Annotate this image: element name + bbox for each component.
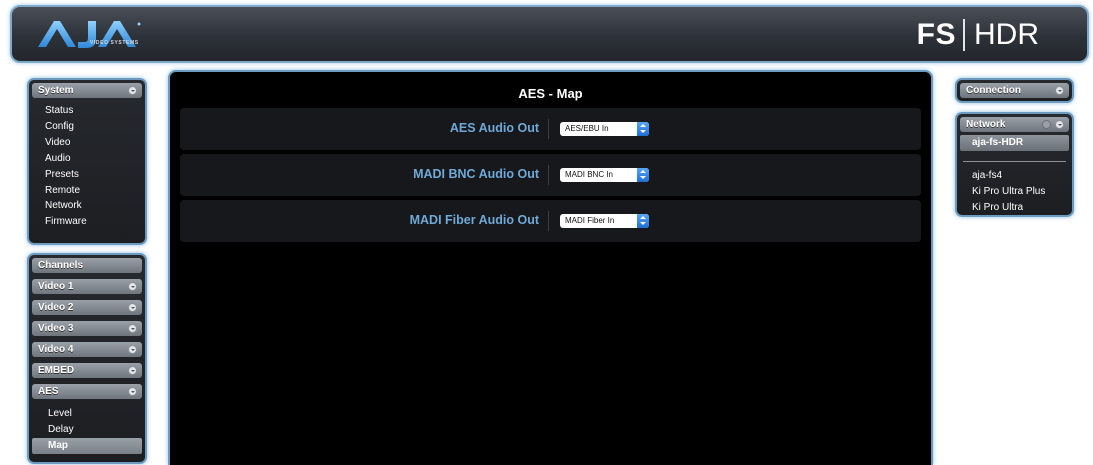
- product-name: FS HDR: [917, 18, 1039, 52]
- channel-video-4[interactable]: Video 4: [32, 342, 142, 357]
- madi-bnc-audio-out-select[interactable]: MADI BNC In: [560, 168, 649, 182]
- connection-title-label: Connection: [966, 85, 1021, 96]
- expand-icon[interactable]: [1055, 86, 1064, 95]
- system-item-remote[interactable]: Remote: [29, 183, 145, 199]
- header-bar: VIDEO SYSTEMS FS HDR: [10, 5, 1089, 63]
- product-hdr: HDR: [974, 18, 1039, 51]
- connection-panel-title[interactable]: Connection: [960, 83, 1069, 98]
- select-arrows-icon: [637, 214, 649, 228]
- refresh-icon[interactable]: [1042, 120, 1051, 129]
- network-divider: [963, 161, 1066, 162]
- logo-subtitle: VIDEO SYSTEMS: [90, 40, 139, 46]
- madi-fiber-audio-out-select[interactable]: MADI Fiber In: [560, 214, 649, 228]
- channels-title-label: Channels: [38, 260, 84, 271]
- network-device-item[interactable]: Ki Pro Ultra: [957, 200, 1072, 216]
- row-label: MADI BNC Audio Out: [413, 167, 539, 181]
- select-arrows-icon: [637, 168, 649, 182]
- aja-logo: [38, 21, 141, 48]
- select-arrows-icon: [637, 122, 649, 136]
- channel-video-3[interactable]: Video 3: [32, 321, 142, 336]
- row-divider: [548, 165, 549, 185]
- fs-hdr-web-ui: VIDEO SYSTEMS FS HDR System Status Confi…: [0, 0, 1093, 465]
- system-item-video[interactable]: Video: [29, 135, 145, 151]
- channel-label: Video 2: [38, 302, 74, 313]
- aes-item-map[interactable]: Map: [32, 438, 142, 454]
- system-title-label: System: [38, 85, 74, 96]
- row-label: AES Audio Out: [449, 121, 539, 135]
- system-panel-title[interactable]: System: [32, 83, 142, 98]
- channel-label: Video 1: [38, 281, 74, 292]
- map-row-madi-fiber: MADI Fiber Audio Out MADI Fiber In: [180, 200, 921, 242]
- system-panel: System Status Config Video Audio Presets…: [27, 78, 147, 245]
- main-content: AES - Map AES Audio Out AES/EBU In MADI …: [168, 70, 933, 465]
- network-device-item[interactable]: Ki Pro Ultra Plus: [957, 184, 1072, 200]
- system-item-audio[interactable]: Audio: [29, 151, 145, 167]
- page-title: AES - Map: [518, 86, 583, 101]
- network-panel-title[interactable]: Network: [960, 117, 1069, 132]
- select-value: AES/EBU In: [565, 124, 609, 133]
- row-divider: [548, 119, 549, 139]
- channel-label: EMBED: [38, 365, 75, 376]
- system-item-config[interactable]: Config: [29, 119, 145, 135]
- aes-item-level[interactable]: Level: [32, 406, 142, 422]
- system-item-status[interactable]: Status: [29, 103, 145, 119]
- row-divider: [548, 211, 549, 231]
- expand-icon[interactable]: [128, 303, 137, 312]
- aes-item-delay[interactable]: Delay: [32, 422, 142, 438]
- expand-icon[interactable]: [128, 345, 137, 354]
- aes-audio-out-select[interactable]: AES/EBU In: [560, 122, 649, 136]
- channel-label: Video 3: [38, 323, 74, 334]
- network-selected-device[interactable]: aja-fs-HDR: [960, 135, 1069, 151]
- network-panel: Network aja-fs-HDR aja-fs4 Ki Pro Ultra …: [955, 112, 1074, 217]
- expand-icon[interactable]: [128, 366, 137, 375]
- system-item-network[interactable]: Network: [29, 198, 145, 214]
- channel-embed[interactable]: EMBED: [32, 363, 142, 378]
- select-value: MADI BNC In: [565, 170, 614, 179]
- channel-video-1[interactable]: Video 1: [32, 279, 142, 294]
- select-value: MADI Fiber In: [565, 216, 615, 225]
- product-divider: [963, 19, 965, 51]
- channel-video-2[interactable]: Video 2: [32, 300, 142, 315]
- product-fs: FS: [916, 18, 956, 51]
- aes-sub-list: Level Delay Map: [29, 406, 145, 454]
- network-device-list: aja-fs4 Ki Pro Ultra Plus Ki Pro Ultra: [957, 168, 1072, 216]
- channels-panel: Channels Video 1 Video 2 Video 3 Video 4…: [27, 253, 147, 464]
- connection-panel: Connection: [955, 78, 1074, 103]
- network-title-label: Network: [966, 119, 1006, 130]
- map-row-madi-bnc: MADI BNC Audio Out MADI BNC In: [180, 154, 921, 196]
- map-row-aes: AES Audio Out AES/EBU In: [180, 108, 921, 150]
- collapse-icon[interactable]: [128, 86, 137, 95]
- collapse-icon[interactable]: [1055, 120, 1064, 129]
- row-label: MADI Fiber Audio Out: [409, 213, 539, 227]
- system-item-presets[interactable]: Presets: [29, 167, 145, 183]
- network-device-item[interactable]: aja-fs4: [957, 168, 1072, 184]
- channel-aes[interactable]: AES: [32, 384, 142, 399]
- expand-icon[interactable]: [128, 282, 137, 291]
- system-item-firmware[interactable]: Firmware: [29, 214, 145, 230]
- channel-label: Video 4: [38, 344, 74, 355]
- system-nav-list: Status Config Video Audio Presets Remote…: [29, 103, 145, 230]
- collapse-icon[interactable]: [128, 387, 137, 396]
- channels-panel-title: Channels: [32, 258, 142, 273]
- channel-label: AES: [38, 386, 59, 397]
- expand-icon[interactable]: [128, 324, 137, 333]
